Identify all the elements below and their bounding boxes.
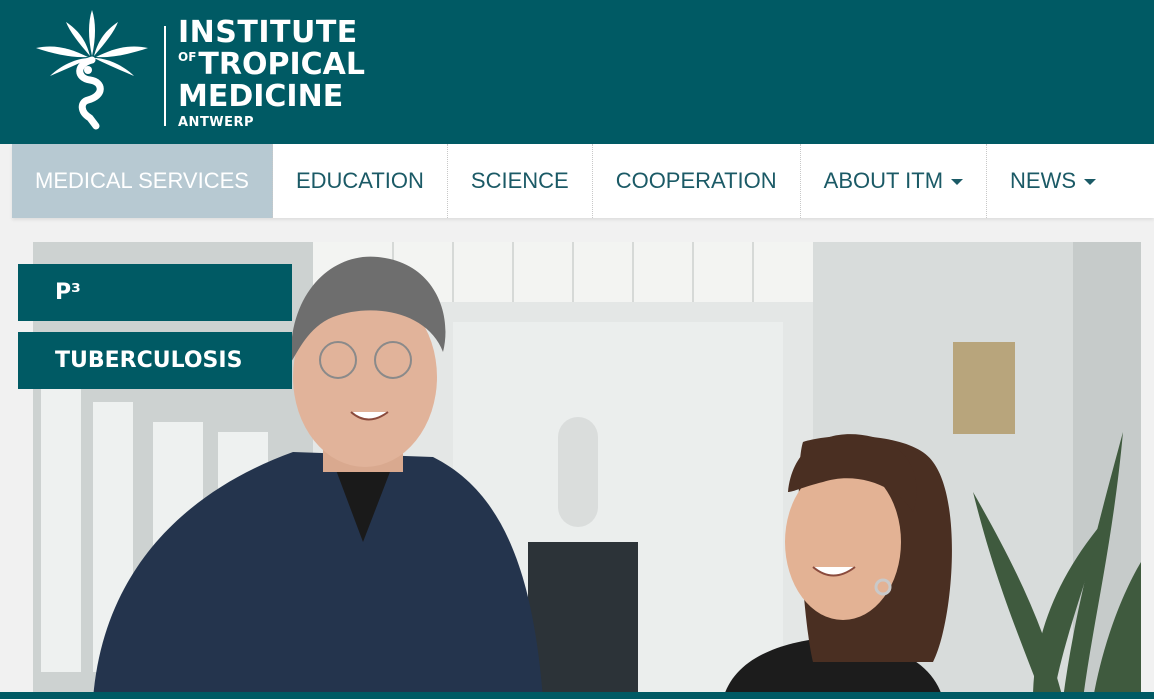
nav-item-medical-services[interactable]: MEDICAL SERVICES [12,144,273,218]
nav-item-cooperation[interactable]: COOPERATION [593,144,801,218]
sidebar-button-tuberculosis[interactable]: TUBERCULOSIS [18,332,292,389]
nav-item-about-itm[interactable]: ABOUT ITM [801,144,988,218]
logo-divider [164,26,166,126]
caret-down-icon [951,179,964,185]
nav-item-science[interactable]: SCIENCE [448,144,593,218]
nav-item-label: SCIENCE [470,168,569,193]
nav-item-label: EDUCATION [295,168,424,193]
logo-line-antwerp: ANTWERP [178,115,255,130]
caret-down-icon [1084,179,1097,185]
nav-item-news[interactable]: NEWS [987,144,1119,218]
logo-line-institute: INSTITUTE [178,15,358,50]
main-nav: MEDICAL SERVICES EDUCATION SCIENCE COOPE… [12,144,1154,218]
nav-item-label: COOPERATION [615,168,777,193]
nav-item-label: MEDICAL SERVICES [35,168,249,193]
itm-logo[interactable]: INSTITUTE OFTROPICAL MEDICINE ANTWERP [30,8,365,130]
logo-tropical: TROPICAL [198,47,365,82]
nav-item-label: NEWS [1010,168,1077,193]
sidebar-button-label: TUBERCULOSIS [55,348,243,373]
palm-caduceus-icon [36,10,148,130]
logo-wordmark: INSTITUTE OFTROPICAL MEDICINE ANTWERP [178,15,365,130]
bottom-bar [0,692,1154,699]
logo-line-tropical: OFTROPICAL [178,50,365,80]
nav-item-label: ABOUT ITM [823,168,944,193]
site-header: INSTITUTE OFTROPICAL MEDICINE ANTWERP [0,0,1154,144]
nav-item-education[interactable]: EDUCATION [273,144,448,218]
sidebar-button-p3[interactable]: P³ [18,264,292,321]
logo-line-medicine: MEDICINE [178,79,344,114]
logo-of: OF [178,50,197,64]
sidebar-button-label: P³ [55,280,81,305]
